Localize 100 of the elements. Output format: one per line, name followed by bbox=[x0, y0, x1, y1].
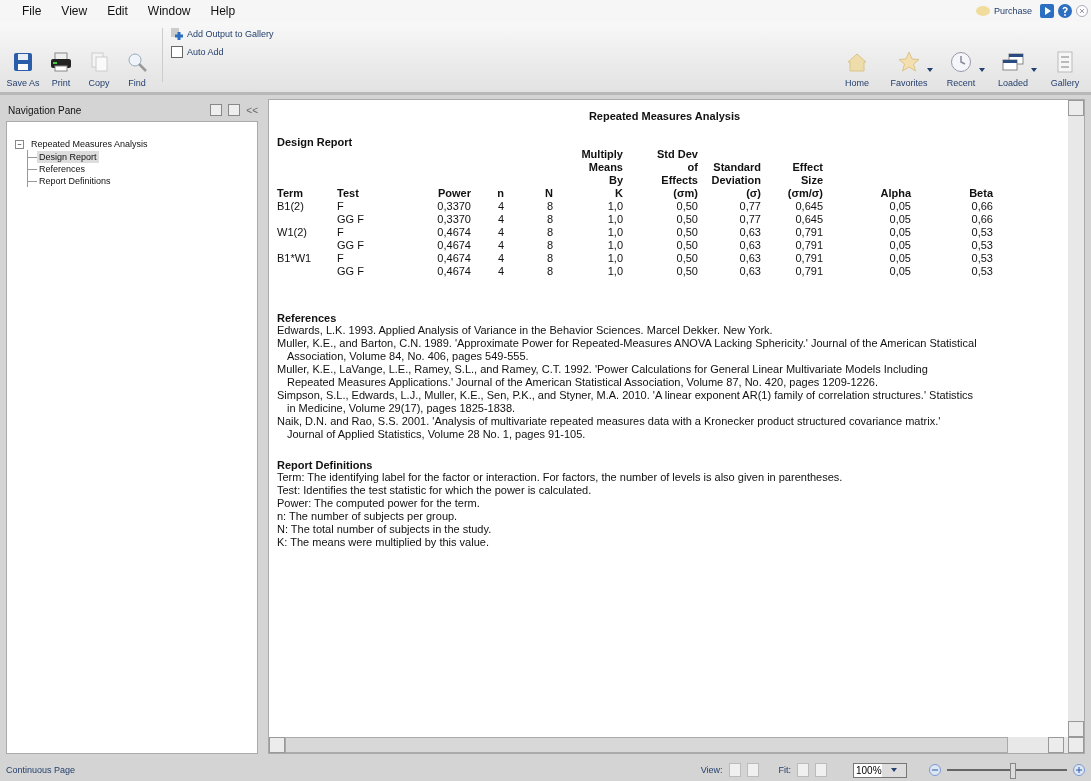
two-page-icon[interactable] bbox=[746, 763, 759, 777]
column-header: Multiply Means By K bbox=[553, 148, 623, 200]
close-icon[interactable] bbox=[1076, 5, 1088, 17]
table-cell: 0,53 bbox=[971, 239, 993, 251]
definition-text: Test: Identifies the test statistic for which the power is calculated. bbox=[277, 484, 593, 497]
table-cell: 4 bbox=[497, 265, 504, 277]
zoom-dropdown[interactable]: 100% bbox=[853, 762, 907, 778]
column-header: Effect Size (σm/σ) bbox=[761, 148, 823, 200]
table-cell: 0,50 bbox=[676, 226, 698, 238]
purchase-link[interactable]: Purchase bbox=[993, 6, 1032, 16]
collapse-all-icon[interactable] bbox=[228, 104, 241, 116]
column-header: Alpha bbox=[823, 148, 911, 200]
reference-text: Muller, K.E., and Barton, C.N. 1989. 'Approximate Power for Repeated-Measures ANOVA Lacking Sphericity.' Journal of the American Statistical Association, Volume 84, No. 406, pages 549-555. bbox=[277, 337, 977, 363]
table-cell: 8 bbox=[546, 265, 553, 277]
collapse-icon[interactable] bbox=[15, 139, 24, 149]
table-cell: 0,53 bbox=[971, 265, 993, 277]
caret-icon[interactable] bbox=[979, 68, 985, 72]
column-header: Test bbox=[337, 186, 360, 200]
table-cell: 0,05 bbox=[889, 239, 911, 251]
fit-page-icon[interactable] bbox=[797, 763, 809, 777]
table-cell: F bbox=[337, 252, 344, 264]
column-header: n bbox=[471, 148, 504, 200]
table-cell: 0,05 bbox=[889, 200, 911, 212]
table-cell: 0,66 bbox=[971, 200, 993, 212]
table-cell: 4 bbox=[497, 226, 504, 238]
table-cell: 0,63 bbox=[739, 252, 761, 264]
table-cell: 0,645 bbox=[795, 200, 823, 212]
table-cell: W1(2) bbox=[277, 226, 307, 238]
collapse-pane-button[interactable]: << bbox=[246, 104, 258, 116]
menu-item[interactable]: File bbox=[12, 4, 52, 18]
table-cell: 0,4674 bbox=[437, 265, 471, 277]
tree-item[interactable]: Report Definitions bbox=[37, 175, 113, 187]
tree-item[interactable]: Design Report bbox=[37, 151, 99, 163]
toolbar-button[interactable]: Find bbox=[118, 50, 156, 88]
report-title: Repeated Measures Analysis bbox=[587, 110, 742, 122]
table-cell: 0,05 bbox=[889, 213, 911, 225]
column-header: Term bbox=[277, 148, 337, 200]
table-cell: 1,0 bbox=[607, 252, 623, 264]
table-cell: 0,791 bbox=[795, 265, 823, 277]
menu-item[interactable]: Help bbox=[200, 4, 246, 18]
column-header: N bbox=[504, 148, 553, 200]
table-cell: 8 bbox=[546, 239, 553, 251]
toolbar-button[interactable]: Recent bbox=[935, 50, 987, 88]
windows-icon bbox=[1001, 50, 1025, 74]
table-cell: 0,4674 bbox=[437, 252, 471, 264]
printer-icon bbox=[49, 50, 73, 74]
table-cell: 4 bbox=[497, 252, 504, 264]
table-cell: 1,0 bbox=[607, 239, 623, 251]
section-heading: Design Report bbox=[277, 136, 354, 148]
table-cell: 8 bbox=[546, 213, 553, 225]
table-cell: 0,50 bbox=[676, 265, 698, 277]
menu-item[interactable]: Window bbox=[137, 4, 201, 18]
expand-all-icon[interactable] bbox=[210, 104, 223, 116]
table-cell: 0,53 bbox=[971, 252, 993, 264]
table-cell: GG F bbox=[337, 265, 364, 277]
toolbar-button[interactable]: Loaded bbox=[987, 50, 1039, 88]
reference-text: Muller, K.E., LaVange, L.E., Ramey, S.L., and Ramey, C.T. 1992. 'Power Calculations for General Linear Multivariate Models Including Repeated Measures Applications.' Journal of the American Statistical Association, Volume 87, No. 420, pages 1209-1226. bbox=[277, 363, 929, 389]
menu-item[interactable]: View bbox=[51, 4, 98, 18]
table-cell: 0,05 bbox=[889, 226, 911, 238]
clock-icon bbox=[949, 50, 973, 74]
horizontal-scrollbar[interactable] bbox=[269, 737, 1084, 753]
table-cell: GG F bbox=[337, 239, 364, 251]
section-heading: Report Definitions bbox=[277, 459, 374, 471]
column-header: Standard Deviation (σ) bbox=[698, 148, 761, 200]
table-cell: 0,50 bbox=[676, 213, 698, 225]
zoom-out-icon[interactable] bbox=[929, 764, 941, 776]
tree-item[interactable]: Repeated Measures Analysis bbox=[29, 138, 150, 150]
search-icon bbox=[125, 50, 149, 74]
tree-item[interactable]: References bbox=[37, 163, 88, 175]
play-icon[interactable] bbox=[1040, 4, 1054, 18]
caret-icon[interactable] bbox=[927, 68, 933, 72]
zoom-in-icon[interactable] bbox=[1073, 764, 1085, 776]
single-page-icon[interactable] bbox=[728, 763, 741, 777]
menu-item[interactable]: Edit bbox=[97, 4, 138, 18]
zoom-slider[interactable] bbox=[1010, 763, 1016, 779]
view-label: View: bbox=[700, 765, 723, 775]
fit-width-icon[interactable] bbox=[815, 763, 827, 777]
plus-icon bbox=[171, 28, 185, 40]
table-cell: 0,4674 bbox=[437, 239, 471, 251]
vertical-scrollbar[interactable] bbox=[1068, 100, 1084, 737]
toolbar-button[interactable]: Gallery bbox=[1039, 50, 1091, 88]
toolbar-button[interactable]: Copy bbox=[80, 50, 118, 88]
checkbox[interactable] bbox=[171, 46, 183, 58]
caret-icon[interactable] bbox=[1031, 68, 1037, 72]
table-cell: 0,63 bbox=[739, 226, 761, 238]
toolbar-button[interactable]: Home bbox=[831, 50, 883, 88]
toolbar-button[interactable]: Favorites bbox=[883, 50, 935, 88]
caret-icon[interactable] bbox=[890, 768, 897, 772]
toolbar-button[interactable]: Save As bbox=[4, 50, 42, 88]
table-cell: 0,791 bbox=[795, 226, 823, 238]
definition-text: N: The total number of subjects in the study. bbox=[277, 523, 493, 536]
reference-text: Edwards, L.K. 1993. Applied Analysis of Variance in the Behavior Sciences. Marcel Dekker. New York. bbox=[277, 324, 774, 337]
table-cell: 0,53 bbox=[971, 226, 993, 238]
add-to-gallery-button[interactable]: Add Output to Gallery bbox=[171, 28, 274, 40]
help-icon[interactable] bbox=[1058, 4, 1072, 18]
reference-text: Simpson, S.L., Edwards, L.J., Muller, K.E., Sen, P.K., and Styner, M.A. 2010. 'A linear exponent AR(1) family of correlation structures.' Statistics in Medicine, Volume 29(17), pages 1825-1838. bbox=[277, 389, 975, 415]
toolbar-button[interactable]: Print bbox=[42, 50, 80, 88]
pane-title: Navigation Pane bbox=[7, 104, 83, 116]
table-cell: 0,50 bbox=[676, 200, 698, 212]
table-cell: B1*W1 bbox=[277, 252, 312, 264]
